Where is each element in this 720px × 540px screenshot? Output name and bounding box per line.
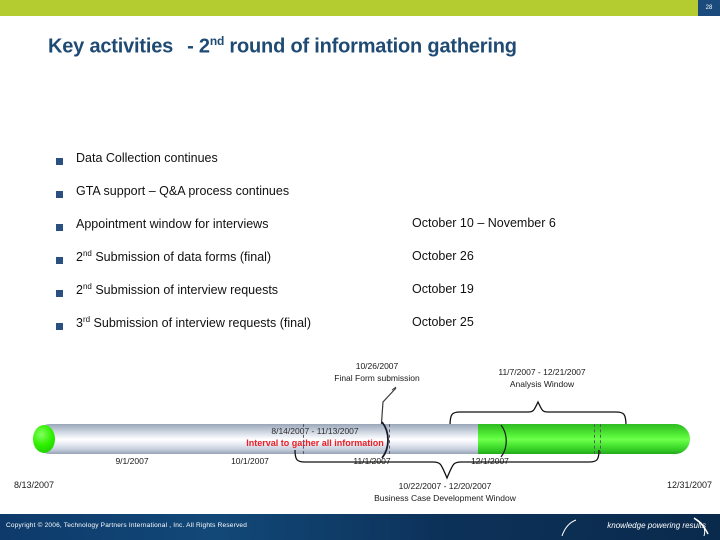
square-bullet-icon — [56, 257, 63, 264]
list-item-label: 2nd Submission of data forms (final) — [76, 249, 272, 265]
title-rest-pre: - 2 — [187, 35, 210, 58]
annotation-final-form-date: 10/26/2007 — [355, 361, 399, 371]
list-item: Appointment window for interviews Octobe… — [0, 216, 720, 249]
tick-label: 10/1/2007 — [231, 456, 269, 466]
timeline-start-label: 8/13/2007 — [14, 480, 55, 490]
list-item: 3rd Submission of interview requests (fi… — [0, 315, 720, 348]
list-item-label: 2nd Submission of interview requests — [76, 282, 279, 298]
square-bullet-icon — [56, 290, 63, 297]
list-item: GTA support – Q&A process continues — [0, 183, 720, 216]
list-item-date: October 26 — [412, 249, 474, 263]
title-superscript: nd — [209, 34, 225, 48]
title-main: Key activities — [48, 35, 174, 58]
square-bullet-icon — [56, 158, 63, 165]
annotation-analysis-label: Analysis Window — [509, 379, 575, 389]
slide-number: 28 — [698, 0, 720, 16]
footer-tagline: knowledge powering results — [607, 521, 706, 530]
list-item-label: 3rd Submission of interview requests (fi… — [76, 315, 312, 331]
annotation-analysis-date: 11/7/2007 - 12/21/2007 — [498, 367, 586, 377]
list-item-date: October 25 — [412, 315, 474, 329]
list-item-date: October 19 — [412, 282, 474, 296]
annotation-analysis-window: 11/7/2007 - 12/21/2007 Analysis Window — [462, 366, 622, 390]
top-accent-band — [0, 0, 720, 16]
square-bullet-icon — [56, 224, 63, 231]
footer-bar: Copyright © 2006, Technology Partners In… — [0, 514, 720, 540]
key-activities-list: Data Collection continues GTA support – … — [0, 150, 720, 348]
list-item-label: Appointment window for interviews — [76, 217, 269, 232]
tick-label: 9/1/2007 — [115, 456, 149, 466]
brace-analysis-window-icon — [449, 400, 627, 427]
list-item: 2nd Submission of data forms (final) Oct… — [0, 249, 720, 282]
page-title: Key activities - 2nd round of information… — [48, 34, 517, 59]
list-item: 2nd Submission of interview requests Oct… — [0, 282, 720, 315]
annotation-final-form-submission: 10/26/2007 Final Form submission — [302, 360, 452, 384]
square-bullet-icon — [56, 323, 63, 330]
square-bullet-icon — [56, 191, 63, 198]
list-item-date: October 10 – November 6 — [412, 216, 556, 230]
list-item: Data Collection continues — [0, 150, 720, 183]
timeline-bar-start-cap-icon — [33, 425, 55, 453]
annotation-final-form-label: Final Form submission — [334, 373, 420, 383]
annotation-business-case-window: 10/22/2007 - 12/20/2007 Business Case De… — [295, 480, 595, 504]
annotation-business-case-date: 10/22/2007 - 12/20/2007 — [398, 481, 492, 491]
list-item-label: GTA support – Q&A process continues — [76, 184, 290, 199]
title-rest-post: round of information gathering — [224, 35, 517, 58]
list-item-label: Data Collection continues — [76, 151, 218, 166]
footer-copyright: Copyright © 2006, Technology Partners In… — [6, 522, 248, 529]
timeline-graphic: 10/26/2007 Final Form submission 11/7/20… — [0, 352, 720, 512]
annotation-business-case-label: Business Case Development Window — [374, 493, 516, 503]
timeline-end-label: 12/31/2007 — [666, 480, 712, 490]
brace-business-case-window-icon — [294, 450, 600, 480]
